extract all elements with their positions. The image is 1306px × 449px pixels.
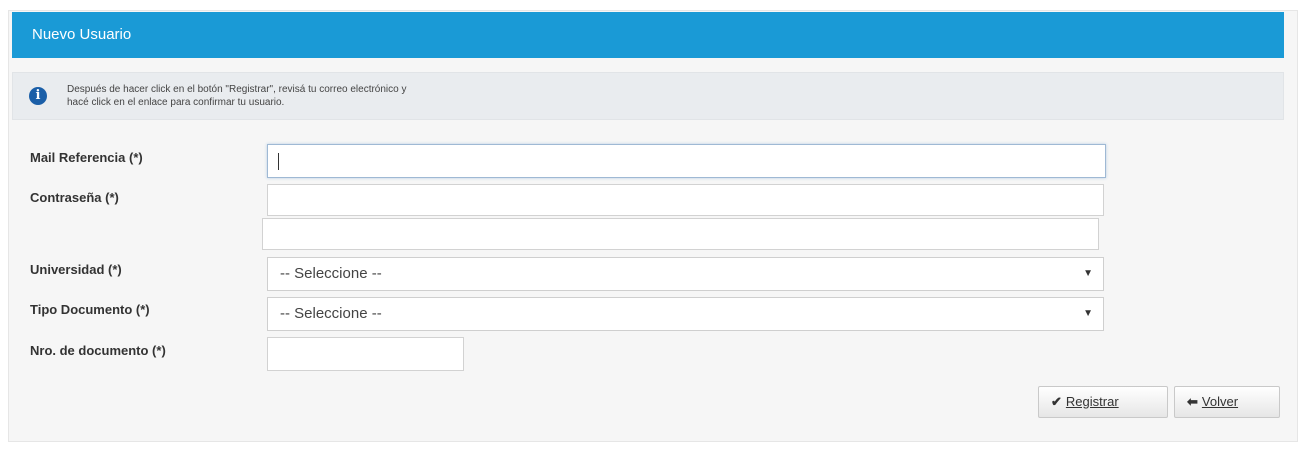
doc-number-label: Nro. de documento (*) xyxy=(30,343,166,358)
text-caret xyxy=(278,153,279,170)
university-label: Universidad (*) xyxy=(30,262,122,277)
doc-type-selected-value: -- Seleccione -- xyxy=(280,305,382,322)
info-message: i Después de hacer click en el botón "Re… xyxy=(12,72,1284,120)
info-line-2: hacé click en el enlace para confirmar t… xyxy=(67,97,285,108)
info-line-1: Después de hacer click en el botón "Regi… xyxy=(67,84,407,95)
doc-type-label: Tipo Documento (*) xyxy=(30,302,150,317)
info-text: Después de hacer click en el botón "Regi… xyxy=(67,83,767,109)
dropdown-arrow-icon: ▼ xyxy=(1083,268,1093,279)
panel-header: Nuevo Usuario xyxy=(12,12,1284,58)
university-selected-value: -- Seleccione -- xyxy=(280,265,382,282)
info-circle-icon: i xyxy=(29,87,47,105)
back-button-label: Volver xyxy=(1201,394,1239,409)
register-button-label: Registrar xyxy=(1065,394,1119,409)
password-label: Contraseña (*) xyxy=(30,190,119,205)
register-button[interactable]: ✔ Registrar xyxy=(1038,386,1168,418)
doc-type-select[interactable]: -- Seleccione -- ▼ xyxy=(267,297,1104,331)
mail-label: Mail Referencia (*) xyxy=(30,150,143,165)
doc-number-field[interactable] xyxy=(267,337,464,371)
mail-field[interactable] xyxy=(267,144,1106,178)
university-select[interactable]: -- Seleccione -- ▼ xyxy=(267,257,1104,291)
checkmark-icon: ✔ xyxy=(1051,394,1062,409)
arrow-left-icon: ⬅ xyxy=(1187,394,1198,409)
back-button[interactable]: ⬅ Volver xyxy=(1174,386,1280,418)
page-title: Nuevo Usuario xyxy=(32,26,132,43)
password-confirm-field[interactable] xyxy=(262,218,1099,250)
dropdown-arrow-icon: ▼ xyxy=(1083,308,1093,319)
password-field[interactable] xyxy=(267,184,1104,216)
